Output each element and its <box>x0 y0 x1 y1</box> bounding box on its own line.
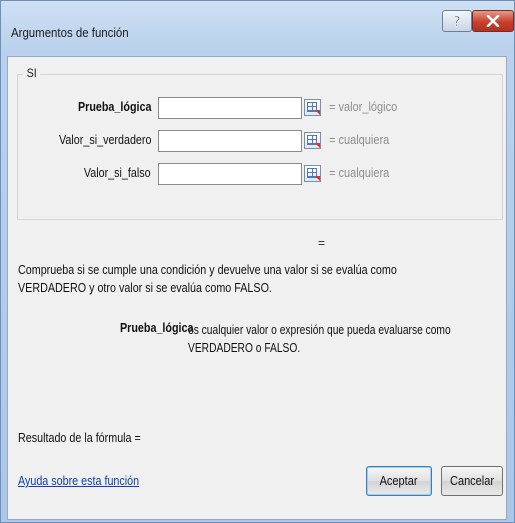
cancel-button[interactable]: Cancelar <box>441 466 503 496</box>
function-arguments-dialog: Argumentos de función ? SI Prueba_lógica… <box>0 0 515 523</box>
arg-label-valor-si-verdadero: Valor_si_verdadero <box>58 133 151 147</box>
arg-input-valor-si-falso[interactable] <box>158 163 302 185</box>
range-select-button-prueba-logica[interactable] <box>304 99 321 116</box>
function-argument-group: SI Prueba_lógica = valor_lógico Valor_si… <box>17 66 503 220</box>
arg-input-valor-si-verdadero[interactable] <box>158 130 302 152</box>
arg-label-prueba-logica: Prueba_lógica <box>77 100 151 114</box>
function-name: SI <box>23 66 41 80</box>
close-button[interactable] <box>472 10 514 32</box>
close-icon <box>486 15 500 27</box>
help-on-function-link[interactable]: Ayuda sobre esta función <box>18 474 139 488</box>
function-result-equals: = <box>318 236 326 250</box>
range-select-button-valor-si-verdadero[interactable] <box>304 132 321 149</box>
arg-input-prueba-logica[interactable] <box>158 97 302 119</box>
argument-help-name: Prueba_lógica <box>120 321 194 335</box>
arg-result-prueba-logica: = valor_lógico <box>329 100 398 114</box>
help-icon: ? <box>453 15 461 28</box>
argument-help-text: es cualquier valor o expresión que pueda… <box>188 323 451 355</box>
window-title: Argumentos de función <box>11 25 129 40</box>
arg-label-valor-si-falso: Valor_si_falso <box>84 166 151 180</box>
svg-text:?: ? <box>454 15 461 28</box>
range-select-arrow <box>315 110 320 115</box>
function-description: Comprueba si se cumple una condición y d… <box>18 263 397 295</box>
cancel-button-label: Cancelar <box>449 474 495 488</box>
dialog-body: SI Prueba_lógica = valor_lógico Valor_si… <box>7 56 507 520</box>
title-bar[interactable]: Argumentos de función ? <box>1 1 514 53</box>
range-select-arrow <box>315 143 320 148</box>
formula-result: Resultado de la fórmula = <box>18 431 141 445</box>
ok-button-label: Aceptar <box>380 474 418 488</box>
arg-result-valor-si-falso: = cualquiera <box>329 166 390 180</box>
range-select-arrow <box>315 176 320 181</box>
help-button[interactable]: ? <box>442 10 472 32</box>
range-select-button-valor-si-falso[interactable] <box>304 165 321 182</box>
ok-button[interactable]: Aceptar <box>366 466 432 496</box>
arg-result-valor-si-verdadero: = cualquiera <box>329 133 390 147</box>
